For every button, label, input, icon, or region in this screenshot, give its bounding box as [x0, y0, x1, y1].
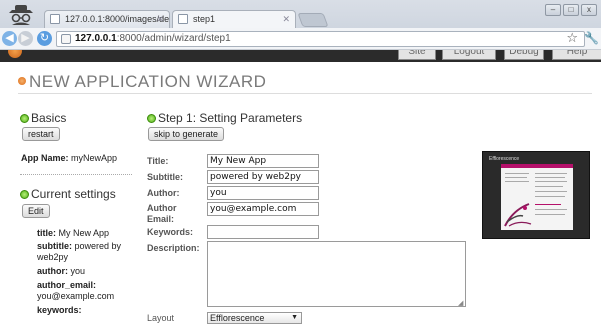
- maximize-button[interactable]: □: [563, 4, 579, 16]
- bookmark-star-icon[interactable]: ☆: [566, 31, 578, 45]
- address-path: :8000/admin/wizard/step1: [116, 33, 231, 44]
- tab-images[interactable]: 127.0.0.1:8000/images/de ✕: [44, 10, 170, 28]
- page-icon: [178, 14, 188, 24]
- green-bullet-icon: [20, 114, 29, 123]
- new-tab-button[interactable]: [297, 13, 329, 27]
- tab-title: 127.0.0.1:8000/images/de: [65, 14, 170, 24]
- address-bar[interactable]: 127.0.0.1:8000/admin/wizard/step1 ☆: [56, 31, 585, 47]
- setting-keywords: keywords:: [37, 305, 82, 315]
- layout-preview-image: Efflorescence: [482, 151, 590, 239]
- wrench-icon[interactable]: 🔧: [584, 31, 599, 45]
- preview-nav-bar: [501, 164, 573, 168]
- incognito-icon: [9, 5, 33, 25]
- green-bullet-icon: [20, 190, 29, 199]
- basics-heading: Basics: [20, 111, 66, 125]
- preview-page: [501, 164, 573, 230]
- resize-grip-icon[interactable]: ◢: [458, 299, 600, 318]
- green-bullet-icon: [147, 114, 156, 123]
- reload-icon[interactable]: ↻: [37, 31, 52, 46]
- author-email-field[interactable]: [207, 202, 319, 216]
- logout-button[interactable]: Logout: [442, 50, 496, 60]
- author-email-label: Author Email:: [147, 203, 177, 224]
- web2py-logo-icon: [8, 50, 22, 58]
- flower-swirl-icon: [504, 203, 532, 227]
- debug-button[interactable]: Debug: [504, 50, 544, 60]
- orange-bullet-icon: [18, 77, 26, 85]
- close-icon[interactable]: ✕: [282, 11, 290, 27]
- dropdown-caret-icon: ▼: [291, 314, 298, 321]
- close-icon[interactable]: ✕: [156, 11, 164, 27]
- current-settings-heading: Current settings: [20, 187, 116, 201]
- setting-subtitle: subtitle: powered by web2py: [37, 241, 122, 262]
- skip-to-generate-button[interactable]: skip to generate: [148, 127, 225, 141]
- subtitle-field[interactable]: [207, 170, 319, 184]
- setting-title: title: My New App: [37, 228, 110, 238]
- author-field[interactable]: [207, 186, 319, 200]
- minimize-button[interactable]: –: [545, 4, 561, 16]
- site-button[interactable]: Site: [398, 50, 436, 60]
- title-label: Title:: [147, 156, 169, 166]
- keywords-field[interactable]: [207, 225, 319, 239]
- close-window-button[interactable]: x: [581, 4, 597, 16]
- edit-button[interactable]: Edit: [22, 204, 50, 218]
- layout-select[interactable]: Efflorescence ▼: [207, 312, 302, 324]
- app-name: App Name: myNewApp: [21, 153, 118, 163]
- setting-author-email: author_email: you@example.com: [37, 280, 115, 301]
- admin-topbar: Site Logout Debug Help: [0, 50, 601, 62]
- page-icon: [50, 14, 60, 24]
- description-label: Description:: [147, 243, 200, 253]
- title-field[interactable]: [207, 154, 319, 168]
- author-label: Author:: [147, 188, 180, 198]
- browser-tabstrip: 127.0.0.1:8000/images/de ✕ step1 ✕ – □ x: [0, 0, 601, 28]
- subtitle-label: Subtitle:: [147, 172, 183, 182]
- tab-step1[interactable]: step1 ✕: [172, 10, 296, 28]
- preview-header: Efflorescence: [489, 156, 520, 162]
- divider: [20, 174, 132, 175]
- browser-toolbar: ◀ ▶ ↻ 127.0.0.1:8000/admin/wizard/step1 …: [0, 28, 601, 50]
- back-arrow-icon[interactable]: ◀: [2, 31, 17, 46]
- tab-title: step1: [193, 14, 216, 24]
- divider: [18, 93, 592, 94]
- setting-author: author: you: [37, 266, 86, 276]
- description-textarea[interactable]: [207, 241, 466, 307]
- page-title: NEW APPLICATION WIZARD: [18, 72, 266, 92]
- restart-button[interactable]: restart: [22, 127, 60, 141]
- address-host: 127.0.0.1: [75, 33, 117, 44]
- window-controls: – □ x: [545, 4, 597, 16]
- help-button[interactable]: Help: [552, 50, 601, 60]
- forward-arrow-icon[interactable]: ▶: [18, 31, 33, 46]
- step-heading: Step 1: Setting Parameters: [147, 111, 302, 125]
- page-icon: [61, 34, 71, 44]
- keywords-label: Keywords:: [147, 227, 194, 237]
